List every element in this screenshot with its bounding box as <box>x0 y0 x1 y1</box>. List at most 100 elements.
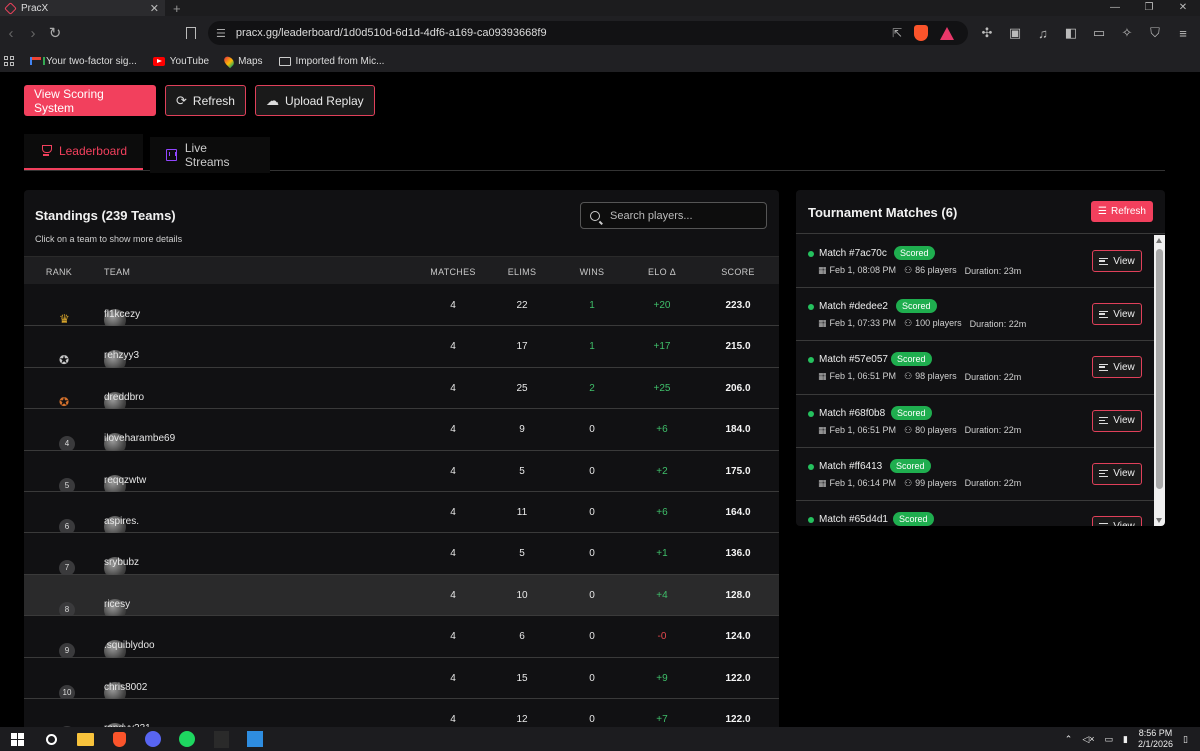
taskbar-brave[interactable] <box>102 727 136 751</box>
back-icon[interactable]: ‹ <box>0 25 22 42</box>
table-row[interactable]: ✪ rehzyy3 4 17 1 +17 215.0 <box>24 326 779 373</box>
elims-cell: 6 <box>519 631 525 643</box>
table-row[interactable]: 10 chris8002 4 15 0 +9 122.0 <box>24 657 779 704</box>
match-item[interactable]: Match #57e057 Scored ▦ Feb 1, 06:51 PM ⚇ 98 p… <box>796 341 1154 395</box>
leo-ai-icon[interactable]: ✧ <box>1120 25 1134 41</box>
wallet-icon[interactable]: ▭ <box>1092 25 1106 41</box>
match-item[interactable]: Match #65d4d1 Scored View <box>796 501 1154 526</box>
column-team[interactable]: TEAM <box>104 267 130 277</box>
matches-list[interactable]: Match #7ac70c Scored ▦ Feb 1, 08:08 PM ⚇ 86 p… <box>796 235 1154 526</box>
bookmark-imported-folder[interactable]: Imported from Mic... <box>278 56 384 67</box>
taskbar-file-explorer[interactable] <box>68 727 102 751</box>
media-icon[interactable]: ♫ <box>1036 26 1050 41</box>
menu-icon[interactable]: ≡ <box>1176 26 1190 41</box>
tray-chevron-icon[interactable]: ⌃ <box>1065 734 1073 745</box>
scroll-down-icon[interactable] <box>1156 518 1162 523</box>
restore-icon[interactable]: ❐ <box>1132 0 1166 16</box>
url-text[interactable]: pracx.gg/leaderboard/1d0d510d-6d1d-4df6-… <box>236 27 892 39</box>
bookmark-gmail[interactable]: Your two-factor sig... <box>30 56 137 67</box>
wins-cell: 0 <box>589 672 595 684</box>
tab-leaderboard[interactable]: Leaderboard <box>24 134 143 170</box>
bookmark-youtube[interactable]: YouTube <box>152 56 209 67</box>
youtube-icon <box>152 56 165 66</box>
browser-tab[interactable]: PracX ✕ <box>0 0 165 16</box>
match-item[interactable]: Match #dedee2 Scored ▦ Feb 1, 07:33 PM ⚇ 100 … <box>796 288 1154 342</box>
battery-icon[interactable]: ▮ <box>1123 734 1128 745</box>
table-row[interactable]: 11randyy2314120+7122.0 <box>24 698 779 727</box>
reload-icon[interactable]: ↻ <box>44 24 66 42</box>
column-matches[interactable]: MATCHES <box>424 267 482 277</box>
extensions-icon[interactable]: ✣ <box>980 25 994 41</box>
new-tab-icon[interactable]: + <box>173 1 181 16</box>
taskbar-epic-games[interactable] <box>204 727 238 751</box>
screenshot-icon[interactable]: ▣ <box>1008 25 1022 41</box>
scroll-thumb[interactable] <box>1156 249 1163 489</box>
view-match-button[interactable]: View <box>1092 409 1142 432</box>
window-close-icon[interactable]: ✕ <box>1166 0 1200 16</box>
address-bar[interactable]: ☰ pracx.gg/leaderboard/1d0d510d-6d1d-4df… <box>208 21 968 45</box>
column-elims[interactable]: ELIMS <box>492 267 552 277</box>
table-row[interactable]: ♛ fl1kcezy 4 22 1 +20 223.0 <box>24 285 779 331</box>
score-cell: 136.0 <box>725 548 751 560</box>
match-item[interactable]: Match #ff6413 Scored ▦ Feb 1, 06:14 PM ⚇ 99 p… <box>796 448 1154 501</box>
column-elo-delta[interactable]: ELO Δ <box>632 267 692 277</box>
sidebar-icon[interactable]: ◧ <box>1064 25 1078 41</box>
taskbar-search[interactable] <box>34 727 68 751</box>
column-wins[interactable]: WINS <box>564 267 620 277</box>
forward-icon[interactable]: › <box>22 25 44 42</box>
table-row[interactable]: ✪ dreddbro 4 25 2 +25 206.0 <box>24 367 779 414</box>
table-row[interactable]: 8 ricesy 4 10 0 +4 128.0 <box>24 574 779 621</box>
match-name: Match #7ac70c <box>819 248 887 259</box>
notifications-icon[interactable]: ▯ <box>1183 734 1188 745</box>
scroll-up-icon[interactable] <box>1156 238 1162 243</box>
matches-refresh-button[interactable]: ☰ Refresh <box>1091 201 1153 222</box>
paint-icon <box>247 731 263 747</box>
score-cell: 175.0 <box>725 465 751 477</box>
taskbar-spotify[interactable] <box>170 727 204 751</box>
mute-icon[interactable]: ◁× <box>1082 734 1094 745</box>
match-players: 99 players <box>915 477 957 488</box>
apps-grid-icon[interactable] <box>4 56 14 66</box>
score-cell: 223.0 <box>725 300 751 311</box>
search-box[interactable] <box>580 202 767 229</box>
brave-shield-icon[interactable] <box>914 25 928 41</box>
brave-rewards-icon[interactable] <box>940 26 954 40</box>
taskbar-discord[interactable] <box>136 727 170 751</box>
minimize-icon[interactable]: — <box>1098 0 1132 16</box>
view-match-button[interactable]: View <box>1092 462 1142 485</box>
view-scoring-system-button[interactable]: View Scoring System <box>24 85 156 116</box>
table-row[interactable]: 6 aspires. 4 11 0 +6 164.0 <box>24 491 779 538</box>
bookmark-maps[interactable]: Maps <box>222 54 263 68</box>
view-match-button[interactable]: View <box>1092 303 1142 326</box>
gmail-icon <box>30 57 45 65</box>
match-item[interactable]: Match #7ac70c Scored ▦ Feb 1, 08:08 PM ⚇ 86 p… <box>796 235 1154 289</box>
clock[interactable]: 8:56 PM 2/1/2026 <box>1138 728 1173 750</box>
discord-icon <box>145 731 161 747</box>
view-match-button[interactable]: View <box>1092 515 1142 526</box>
table-row[interactable]: 7 srybubz 4 5 0 +1 136.0 <box>24 533 779 580</box>
taskbar-paint[interactable] <box>238 727 272 751</box>
view-match-button[interactable]: View <box>1092 356 1142 379</box>
view-match-button[interactable]: View <box>1092 250 1142 272</box>
medal-icon: ✪ <box>59 353 70 368</box>
start-button[interactable] <box>0 727 34 751</box>
vpn-icon[interactable]: ⛉ <box>1148 25 1162 41</box>
network-icon[interactable]: ▭ <box>1105 734 1114 745</box>
elims-cell: 17 <box>516 341 528 353</box>
match-item[interactable]: Match #68f0b8 Scored ▦ Feb 1, 06:51 PM ⚇ 80 p… <box>796 395 1154 448</box>
search-players-input[interactable] <box>610 209 760 222</box>
close-tab-icon[interactable]: ✕ <box>150 2 159 15</box>
site-info-icon[interactable]: ☰ <box>216 27 226 40</box>
maps-icon <box>222 54 236 68</box>
matches-scrollbar[interactable] <box>1154 235 1165 526</box>
column-score[interactable]: SCORE <box>704 267 772 277</box>
column-rank[interactable]: RANK <box>24 267 94 277</box>
table-row[interactable]: 4 iloveharambe69 4 9 0 +6 184.0 <box>24 409 779 456</box>
refresh-button[interactable]: ⟳ Refresh <box>165 85 246 116</box>
bookmark-icon[interactable] <box>186 27 196 39</box>
upload-replay-button[interactable]: ☁ Upload Replay <box>254 85 375 116</box>
table-row[interactable]: 5 reqqzwtw 4 5 0 +2 175.0 <box>24 450 779 497</box>
share-icon[interactable]: ⇱ <box>892 26 902 40</box>
tab-live-streams[interactable]: Live Streams <box>150 137 270 173</box>
table-row[interactable]: 9 .squiblydoo 4 6 0 -0 124.0 <box>24 616 779 663</box>
